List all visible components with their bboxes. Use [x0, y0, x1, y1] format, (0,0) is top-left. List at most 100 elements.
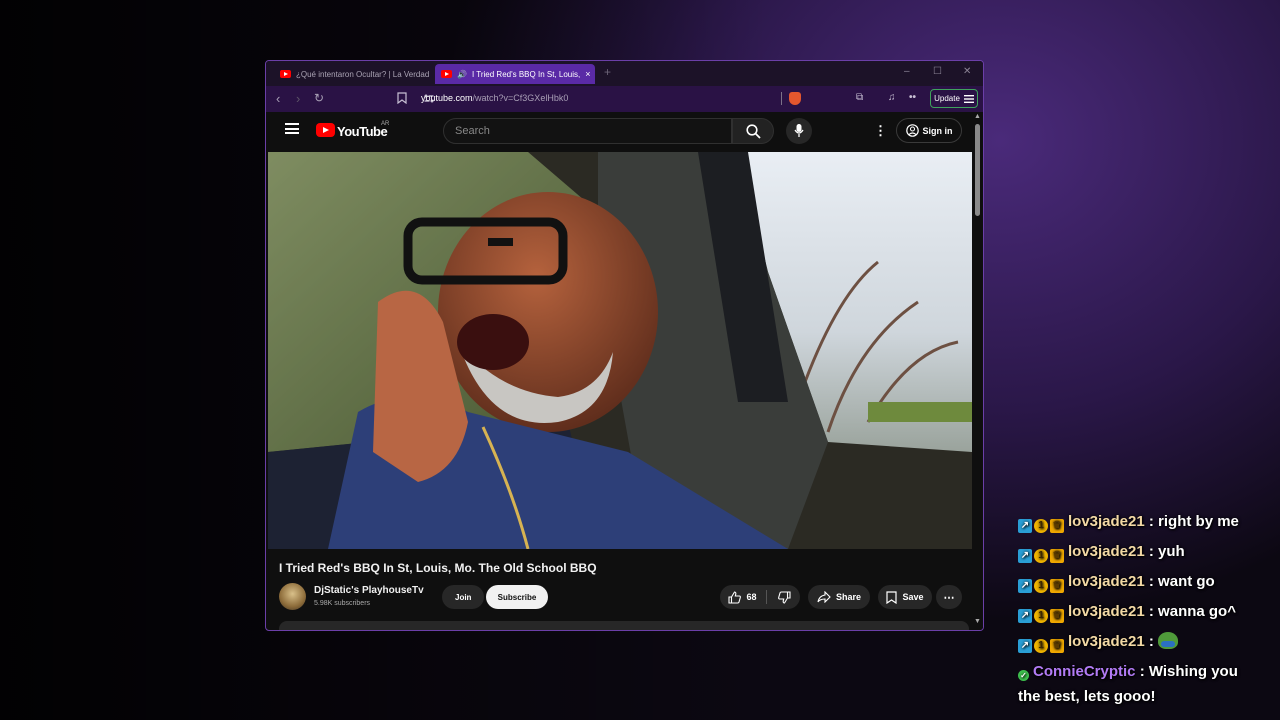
- account-icon: [905, 124, 919, 137]
- sidebar-icon[interactable]: ⧉: [856, 92, 863, 103]
- tier-badge-icon: 1: [1034, 639, 1048, 653]
- more-actions-button[interactable]: ⋯: [936, 585, 962, 609]
- tab-close-icon[interactable]: ×: [585, 69, 590, 79]
- share-icon: [817, 591, 831, 603]
- chat-text: : Wishing you: [1139, 663, 1238, 680]
- search-button[interactable]: [732, 118, 774, 144]
- channel-avatar[interactable]: [279, 583, 306, 610]
- divider: [766, 590, 767, 604]
- chat-username: lov3jade21: [1068, 633, 1145, 650]
- chat-username: lov3jade21: [1068, 513, 1145, 530]
- youtube-logo-icon[interactable]: [316, 123, 335, 137]
- share-button[interactable]: Share: [808, 585, 870, 609]
- extensions-icon[interactable]: ••: [909, 92, 916, 103]
- youtube-wordmark[interactable]: YouTube: [337, 124, 388, 139]
- update-label: Update: [934, 94, 960, 103]
- tier-badge-icon: 1: [1034, 519, 1048, 533]
- reload-icon[interactable]: ↻: [314, 91, 324, 105]
- browser-window: ¿Qué intentaron Ocultar? | La Verdad 🔊 I…: [265, 60, 984, 631]
- verified-badge-icon: ✓: [1018, 670, 1029, 681]
- youtube-header: YouTube AR Search ⋮ Sign in: [266, 112, 973, 150]
- chat-username: ConnieCryptic: [1033, 663, 1136, 680]
- channel-name[interactable]: DjStatic's PlayhouseTv: [314, 585, 424, 596]
- sign-in-button[interactable]: Sign in: [896, 118, 962, 143]
- tab-title: ¿Qué intentaron Ocultar? | La Verdad: [296, 69, 430, 79]
- chat-text: : want go: [1148, 573, 1215, 590]
- like-count: 68: [746, 592, 757, 602]
- divider: [781, 92, 782, 105]
- prime-badge-icon: ↗: [1018, 579, 1032, 593]
- tab-inactive[interactable]: ¿Qué intentaron Ocultar? | La Verdad: [274, 64, 430, 84]
- speaker-icon[interactable]: 🔊: [457, 70, 467, 79]
- chat-username: lov3jade21: [1068, 543, 1145, 560]
- tier-badge-icon: 1: [1034, 609, 1048, 623]
- minimize-button[interactable]: –: [904, 66, 910, 77]
- crown-badge-icon: ♛: [1050, 579, 1064, 593]
- forward-icon[interactable]: ›: [296, 91, 300, 106]
- chat-message: ↗ 1 ♛ lov3jade21 : wanna go^: [1018, 600, 1236, 624]
- prime-badge-icon: ↗: [1018, 519, 1032, 533]
- badge-group: ↗ 1 ♛: [1018, 549, 1064, 563]
- subscriber-count: 5.98K subscribers: [314, 600, 371, 607]
- media-icon[interactable]: ♫: [888, 92, 896, 103]
- save-label: Save: [902, 592, 924, 602]
- video-player[interactable]: [268, 152, 972, 549]
- subscribe-button[interactable]: Subscribe: [486, 585, 548, 609]
- menu-icon: [963, 94, 974, 103]
- chat-message: ↗ 1 ♛ lov3jade21 :: [1018, 630, 1179, 654]
- brave-shields-icon[interactable]: [789, 92, 801, 105]
- tier-badge-icon: 1: [1034, 579, 1048, 593]
- dislike-button[interactable]: [768, 585, 800, 609]
- voice-search-button[interactable]: [786, 118, 812, 144]
- chat-text: : wanna go^: [1148, 603, 1236, 620]
- badge-group: ↗ 1 ♛: [1018, 519, 1064, 533]
- chat-text: the best, lets gooo!: [1018, 688, 1156, 705]
- search-input[interactable]: Search: [443, 118, 732, 144]
- chat-message: ✓ ConnieCryptic : Wishing you: [1018, 660, 1238, 684]
- prime-badge-icon: ↗: [1018, 639, 1032, 653]
- youtube-favicon-icon: [280, 70, 291, 78]
- maximize-button[interactable]: ☐: [933, 66, 942, 77]
- save-playlist-icon: [886, 590, 898, 604]
- pepe-emote-icon: [1158, 632, 1179, 649]
- thumbs-down-icon: [777, 590, 791, 604]
- prime-badge-icon: ↗: [1018, 609, 1032, 623]
- youtube-favicon-icon: [441, 70, 452, 78]
- badge-group: ↗ 1 ♛: [1018, 639, 1064, 653]
- url-path: /watch?v=Cf3GXelHbk0: [472, 93, 569, 103]
- video-frame: [268, 152, 972, 549]
- close-window-button[interactable]: ✕: [963, 66, 971, 77]
- update-button[interactable]: Update: [930, 89, 978, 108]
- chat-text: : yuh: [1148, 543, 1185, 560]
- address-bar: ‹ › ↻ youtube.com/watch?v=Cf3GXelHbk0 ⧉ …: [266, 86, 983, 112]
- scroll-down-icon[interactable]: ▼: [974, 618, 981, 625]
- tab-title: I Tried Red's BBQ In St, Louis,: [471, 69, 581, 79]
- scroll-thumb[interactable]: [975, 124, 980, 216]
- chat-username: lov3jade21: [1068, 573, 1145, 590]
- page-scrollbar[interactable]: ▲ ▼: [973, 112, 983, 630]
- url-field[interactable]: youtube.com/watch?v=Cf3GXelHbk0: [421, 93, 568, 103]
- save-button[interactable]: Save: [878, 585, 932, 609]
- badge-group: ✓: [1018, 670, 1029, 681]
- hamburger-menu-icon[interactable]: [285, 123, 299, 134]
- description-box[interactable]: [279, 621, 969, 630]
- join-button[interactable]: Join: [442, 585, 485, 609]
- thumbs-up-icon: [728, 590, 742, 604]
- url-host: youtube.com: [421, 93, 473, 103]
- crown-badge-icon: ♛: [1050, 519, 1064, 533]
- badge-group: ↗ 1 ♛: [1018, 609, 1064, 623]
- more-options-icon[interactable]: ⋮: [874, 123, 887, 139]
- chat-overlay: ↗ 1 ♛ lov3jade21 : right by me ↗ 1 ♛ lov3jade2…: [1018, 510, 1280, 720]
- tab-active[interactable]: 🔊 I Tried Red's BBQ In St, Louis, ×: [435, 64, 595, 84]
- search-icon: [746, 124, 761, 139]
- share-label: Share: [835, 592, 861, 602]
- like-dislike-group: 68: [720, 585, 800, 609]
- chat-message: ↗ 1 ♛ lov3jade21 : right by me: [1018, 510, 1239, 534]
- scroll-up-icon[interactable]: ▲: [974, 113, 981, 120]
- prime-badge-icon: ↗: [1018, 549, 1032, 563]
- back-icon[interactable]: ‹: [276, 91, 280, 106]
- chat-text: : right by me: [1148, 513, 1239, 530]
- new-tab-button[interactable]: +: [604, 65, 611, 79]
- like-button[interactable]: 68: [720, 585, 765, 609]
- bookmark-icon[interactable]: [397, 92, 407, 104]
